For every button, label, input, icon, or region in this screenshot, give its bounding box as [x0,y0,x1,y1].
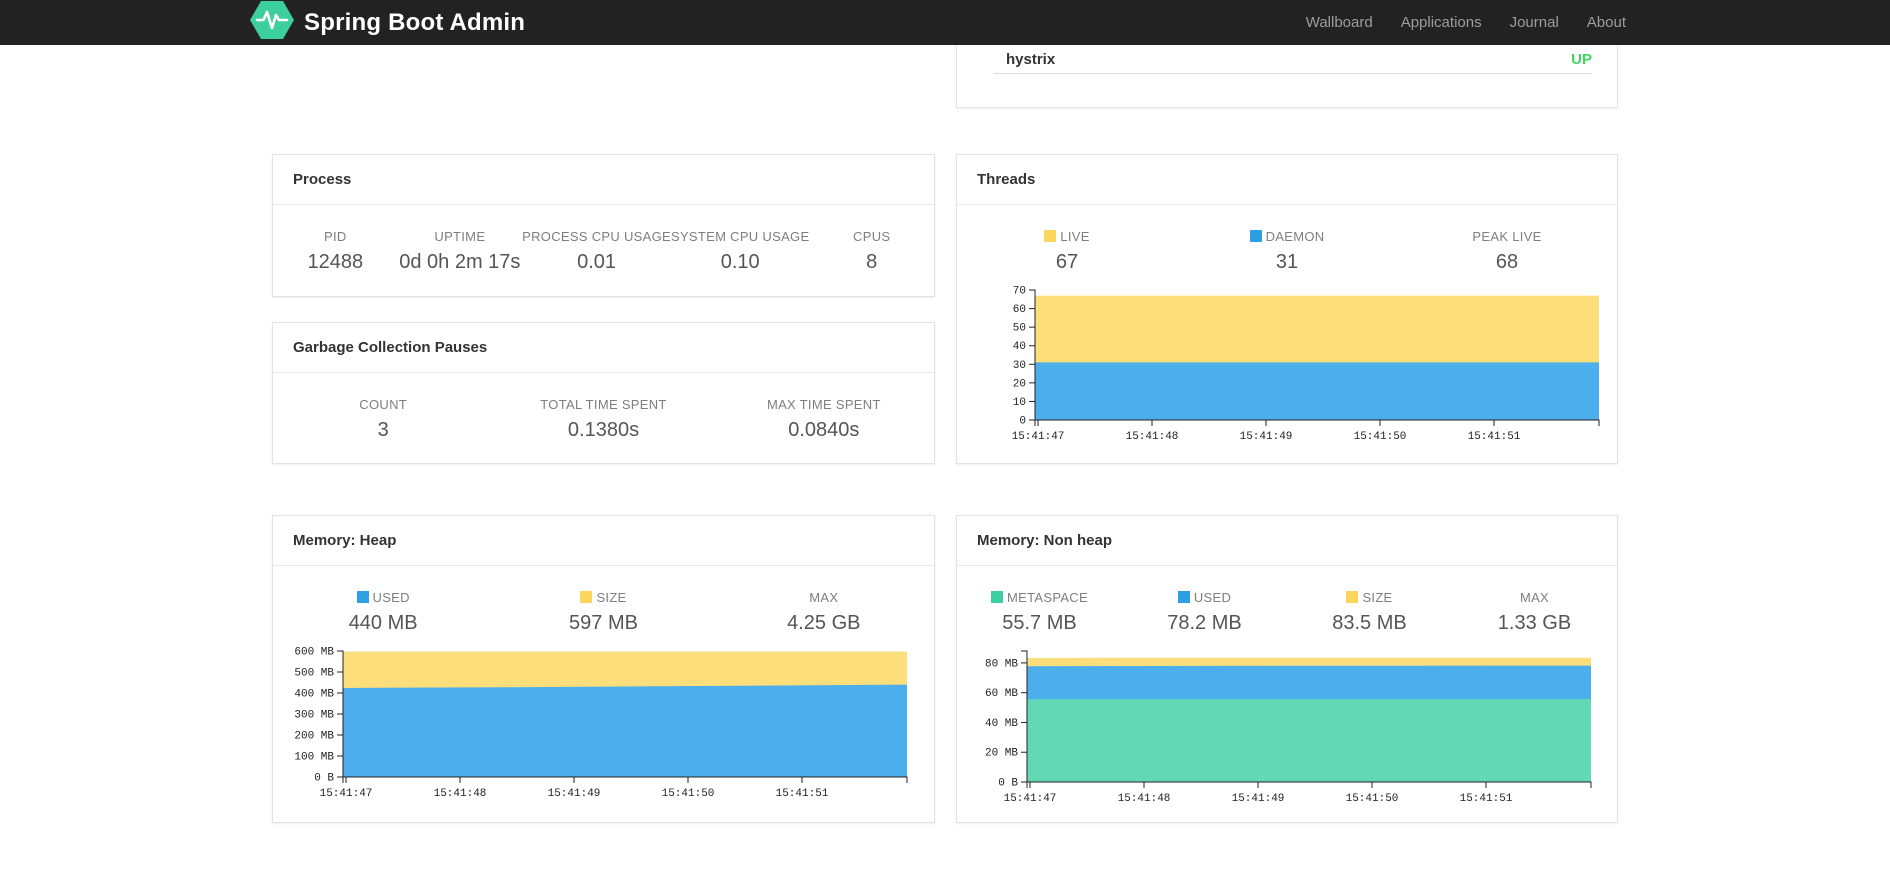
health-item-name: hystrix [1006,50,1056,68]
svg-text:600 MB: 600 MB [294,647,334,659]
used-legend-swatch [356,591,369,603]
svg-text:15:41:49: 15:41:49 [1240,431,1293,443]
svg-text:20 MB: 20 MB [985,748,1018,760]
nav-links: Wallboard Applications Journal About [1292,14,1640,31]
daemon-legend-swatch [1249,230,1262,242]
navbar: Spring Boot Admin Wallboard Applications… [0,0,1890,45]
svg-text:0 B: 0 B [998,778,1018,790]
threads-card-header: Threads [957,155,1617,205]
svg-text:15:41:47: 15:41:47 [320,788,373,800]
svg-text:15:41:48: 15:41:48 [1126,431,1179,443]
process-card-title: Process [293,171,352,188]
svg-text:15:41:47: 15:41:47 [1012,431,1065,443]
gc-stats: COUNT 3 TOTAL TIME SPENT 0.1380s MAX TIM… [273,397,934,442]
stat-threads-peak-live: PEAK LIVE 68 [1472,229,1542,273]
svg-text:400 MB: 400 MB [294,689,334,701]
brand-logo-icon [250,0,294,45]
svg-text:30: 30 [1013,360,1026,372]
svg-text:15:41:48: 15:41:48 [1118,793,1171,805]
memory-nonheap-chart: 0 B 20 MB 40 MB 60 MB 80 MB 15:41:47 15:41:48 1… [985,650,1592,805]
stat-threads-daemon: DAEMON 31 [1177,229,1397,274]
threads-card: Threads LIVE 67 DAEMON 31 PEAK LIVE 68 0… [956,154,1618,464]
health-details-card: hystrix UP [956,45,1618,108]
svg-text:15:41:50: 15:41:50 [1354,431,1407,443]
gc-card: Garbage Collection Pauses COUNT 3 TOTAL … [272,322,935,464]
stat-cpus: CPUS 8 [853,229,891,273]
svg-text:0: 0 [1019,416,1026,428]
svg-text:15:41:51: 15:41:51 [1460,793,1513,805]
svg-text:15:41:48: 15:41:48 [434,788,487,800]
stat-nonheap-used: USED 78.2 MB [1167,590,1242,634]
stat-nonheap-metaspace: METASPACE 55.7 MB [957,590,1122,635]
memory-heap-card-header: Memory: Heap [273,516,934,566]
svg-text:50: 50 [1013,323,1026,335]
memory-heap-chart: 0 B 100 MB 200 MB 300 MB 400 MB 500 MB 600 MB 1… [294,647,908,800]
threads-chart-wrap: 0 10 20 30 40 50 60 70 15:41:47 15:41:48 15:41:49 1… [957,284,1617,446]
nav-item-about[interactable]: About [1573,14,1640,31]
svg-text:300 MB: 300 MB [294,710,334,722]
svg-text:15:41:49: 15:41:49 [1232,793,1285,805]
size-legend-swatch [1346,591,1359,603]
nav-item-journal[interactable]: Journal [1496,14,1573,31]
svg-text:20: 20 [1013,378,1026,390]
svg-text:60 MB: 60 MB [985,688,1018,700]
memory-nonheap-card-title: Memory: Non heap [977,532,1113,549]
nav-item-wallboard[interactable]: Wallboard [1292,14,1387,31]
process-stats: PID 12488 UPTIME 0d 0h 2m 17s PROCESS CP… [273,229,934,274]
stat-heap-used: USED 440 MB [348,590,418,634]
svg-text:15:41:49: 15:41:49 [548,788,601,800]
svg-text:0 B: 0 B [314,773,334,785]
stat-threads-live: LIVE 67 [957,229,1177,274]
memory-nonheap-card-header: Memory: Non heap [957,516,1617,566]
svg-text:500 MB: 500 MB [294,668,334,680]
stat-system-cpu: SYSTEM CPU USAGE 0.10 [670,229,810,273]
memory-heap-chart-wrap: 0 B 100 MB 200 MB 300 MB 400 MB 500 MB 600 MB 1… [273,645,934,803]
svg-text:80 MB: 80 MB [985,658,1018,670]
stat-pid: PID 12488 [307,229,364,273]
stat-nonheap-size: SIZE 83.5 MB [1332,590,1407,634]
stat-uptime: UPTIME 0d 0h 2m 17s [399,229,521,273]
svg-text:200 MB: 200 MB [294,731,334,743]
svg-text:15:41:51: 15:41:51 [1468,431,1521,443]
svg-text:15:41:47: 15:41:47 [1004,793,1057,805]
process-card: Process PID 12488 UPTIME 0d 0h 2m 17s PR… [272,154,935,297]
stat-gc-count: COUNT 3 [359,397,408,441]
heap-stats: USED 440 MB SIZE 597 MB MAX 4.25 GB [273,590,934,635]
nav-item-applications[interactable]: Applications [1387,14,1496,31]
health-row-hystrix: hystrix UP [994,45,1592,74]
memory-heap-card-title: Memory: Heap [293,532,397,549]
metaspace-legend-swatch [991,591,1004,603]
brand-link[interactable]: Spring Boot Admin [250,0,525,45]
used-legend-swatch [1177,591,1190,603]
threads-chart: 0 10 20 30 40 50 60 70 15:41:47 15:41:48 15:41:49 1… [1012,286,1600,443]
memory-nonheap-card: Memory: Non heap METASPACE 55.7 MB USED … [956,515,1618,823]
brand-title[interactable]: Spring Boot Admin [304,9,525,37]
live-legend-swatch [1044,230,1057,242]
svg-text:15:41:50: 15:41:50 [662,788,715,800]
gc-card-title: Garbage Collection Pauses [293,339,488,356]
svg-text:60: 60 [1013,304,1026,316]
stat-gc-total-time: TOTAL TIME SPENT 0.1380s [540,397,667,441]
memory-heap-card: Memory: Heap USED 440 MB SIZE 597 MB MAX… [272,515,935,823]
stat-gc-max-time: MAX TIME SPENT 0.0840s [766,397,881,441]
svg-text:15:41:50: 15:41:50 [1346,793,1399,805]
nonheap-stats: METASPACE 55.7 MB USED 78.2 MB SIZE 83.5… [957,590,1617,635]
threads-stats: LIVE 67 DAEMON 31 PEAK LIVE 68 [957,229,1617,274]
size-legend-swatch [580,591,593,603]
process-card-header: Process [273,155,934,205]
svg-text:40: 40 [1013,341,1026,353]
threads-card-title: Threads [977,171,1036,188]
memory-nonheap-chart-wrap: 0 B 20 MB 40 MB 60 MB 80 MB 15:41:47 15:41:48 1… [957,645,1617,808]
stat-heap-max: MAX 4.25 GB [787,590,861,634]
svg-text:10: 10 [1013,397,1026,409]
svg-text:40 MB: 40 MB [985,718,1018,730]
gc-card-header: Garbage Collection Pauses [273,323,934,373]
svg-text:15:41:51: 15:41:51 [776,788,829,800]
stat-process-cpu: PROCESS CPU USAGE 0.01 [522,229,671,273]
health-status-badge: UP [1571,50,1592,68]
stat-heap-size: SIZE 597 MB [569,590,638,634]
svg-text:70: 70 [1013,286,1026,298]
stat-nonheap-max: MAX 1.33 GB [1497,590,1572,634]
svg-text:100 MB: 100 MB [294,752,334,764]
